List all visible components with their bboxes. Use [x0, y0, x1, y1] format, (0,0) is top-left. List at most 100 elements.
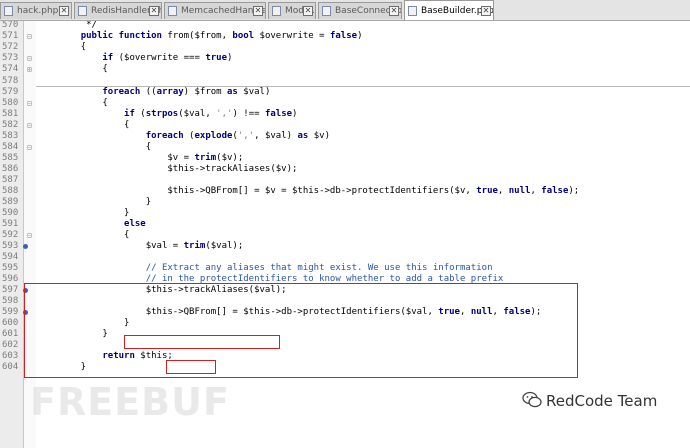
line-number: 578	[2, 76, 19, 86]
code-line[interactable]: 573 ⊟ if ($overwrite === true)	[0, 53, 690, 64]
code-text: $this->QBFrom[] = $v = $this->db->protec…	[59, 186, 580, 196]
line-number: 586	[2, 164, 19, 174]
close-icon[interactable]: ✕	[149, 6, 159, 16]
line-number: 587	[2, 175, 19, 185]
code-line[interactable]: 572 {	[0, 42, 690, 53]
code-text: if ($overwrite === true)	[102, 53, 233, 63]
code-text: public function from($from, bool $overwr…	[80, 31, 363, 41]
code-text: // Extract any aliases that might exist.…	[145, 263, 493, 273]
code-line[interactable]: 570 */	[0, 21, 690, 31]
line-number: 602	[2, 340, 19, 350]
code-line[interactable]: 583 foreach (explode(',', $val) as $v)	[0, 131, 690, 142]
line-number: 570	[2, 21, 19, 30]
fold-toggle-icon[interactable]: ⊟	[27, 98, 32, 109]
fold-toggle-icon[interactable]: ⊟	[27, 230, 32, 241]
close-icon[interactable]: ✕	[481, 6, 491, 16]
line-number: 596	[2, 274, 19, 284]
line-number: 599	[2, 307, 19, 317]
bookmark-marker-icon[interactable]	[23, 244, 28, 249]
tab-memcachedhandler-php[interactable]: MemcachedHandler.php✕	[164, 2, 266, 19]
code-line[interactable]: 586 $this->trackAliases($v);	[0, 164, 690, 175]
close-icon[interactable]: ✕	[389, 6, 399, 16]
code-text: if (strpos($val, ',') !== false)	[124, 109, 298, 119]
line-number: 580	[2, 98, 19, 108]
fold-toggle-icon[interactable]: ⊟	[27, 120, 32, 131]
line-number: 593	[2, 241, 19, 251]
code-line[interactable]: 590 }	[0, 208, 690, 219]
code-line[interactable]: 582 ⊟ {	[0, 120, 690, 131]
file-icon	[408, 6, 417, 16]
fold-toggle-icon[interactable]: ⊞	[27, 64, 32, 75]
file-icon	[168, 6, 177, 16]
highlight-box-else-block	[24, 283, 578, 378]
line-number: 583	[2, 131, 19, 141]
line-number: 572	[2, 42, 19, 52]
tab-redishandler-php[interactable]: RedisHandler.php✕	[74, 2, 162, 19]
code-line[interactable]: 579 foreach ((array) $from as $val)	[0, 87, 690, 98]
line-number: 573	[2, 53, 19, 63]
code-text: {	[59, 142, 152, 152]
tab-label: hack.php	[17, 6, 59, 16]
line-number: 604	[2, 362, 19, 372]
code-line[interactable]: 587	[0, 175, 690, 186]
line-number: 571	[2, 31, 19, 41]
code-line[interactable]: 585 $v = trim($v);	[0, 153, 690, 164]
code-line[interactable]: 581 if (strpos($val, ',') !== false)	[0, 109, 690, 120]
code-text: else	[124, 219, 146, 229]
highlight-box-qbfrom	[166, 360, 216, 374]
code-text: $val = trim($val);	[59, 241, 244, 251]
code-text: $v = trim($v);	[59, 153, 244, 163]
highlight-box-trackaliases	[124, 335, 280, 349]
code-line[interactable]: 580 ⊟ {	[0, 98, 690, 109]
code-line[interactable]: 593 $val = trim($val);	[0, 241, 690, 252]
code-line[interactable]: 595 // Extract any aliases that might ex…	[0, 263, 690, 274]
line-number: 598	[2, 296, 19, 306]
line-number: 592	[2, 230, 19, 240]
fold-toggle-icon[interactable]: ⊟	[27, 31, 32, 42]
code-text: foreach (explode(',', $val) as $v)	[145, 131, 330, 141]
tab-model-php[interactable]: Model.php✕	[268, 2, 316, 19]
code-text: }	[59, 197, 152, 207]
close-icon[interactable]: ✕	[253, 6, 263, 16]
wechat-icon	[522, 391, 542, 408]
code-line[interactable]: 571 ⊟ public function from($from, bool $o…	[0, 31, 690, 42]
freebuf-watermark: FREEBUF	[30, 380, 230, 424]
code-line[interactable]: 584 ⊟ {	[0, 142, 690, 153]
file-icon	[78, 6, 87, 16]
code-text: {	[59, 120, 130, 130]
code-text: {	[59, 42, 87, 52]
fold-toggle-icon[interactable]: ⊟	[27, 53, 32, 64]
line-number: 603	[2, 351, 19, 361]
line-number: 585	[2, 153, 19, 163]
line-number: 588	[2, 186, 19, 196]
line-number: 600	[2, 318, 19, 328]
code-line[interactable]: 591 else	[0, 219, 690, 230]
fold-toggle-icon[interactable]: ⊟	[27, 142, 32, 153]
watermark-text: RedCode Team	[546, 392, 658, 410]
tab-baseconnection-php[interactable]: BaseConnection.php✕	[318, 2, 402, 19]
line-number: 582	[2, 120, 19, 130]
line-number: 590	[2, 208, 19, 218]
file-icon	[4, 6, 13, 16]
editor-tab-bar: hack.php✕RedisHandler.php✕MemcachedHandl…	[0, 0, 690, 21]
line-number: 594	[2, 252, 19, 262]
code-text: foreach ((array) $from as $val)	[102, 87, 271, 97]
code-line[interactable]: 594	[0, 252, 690, 263]
code-text: }	[59, 208, 130, 218]
line-number: 589	[2, 197, 19, 207]
line-number: 597	[2, 285, 19, 295]
code-text: {	[59, 230, 130, 240]
tab-basebuilder-php[interactable]: BaseBuilder.php ✕	[404, 0, 494, 20]
close-icon[interactable]: ✕	[303, 6, 313, 16]
code-line[interactable]: 574 ⊞ {	[0, 64, 690, 75]
line-number: 601	[2, 329, 19, 339]
code-text: $this->trackAliases($v);	[59, 164, 298, 174]
code-line[interactable]: 592 ⊟ {	[0, 230, 690, 241]
close-icon[interactable]: ✕	[59, 6, 69, 16]
code-line[interactable]: 578	[0, 76, 690, 87]
tab-hack-php[interactable]: hack.php ✕	[0, 2, 72, 19]
file-icon	[322, 6, 331, 16]
line-number: 574	[2, 64, 19, 74]
code-line[interactable]: 589 }	[0, 197, 690, 208]
code-line[interactable]: 588 $this->QBFrom[] = $v = $this->db->pr…	[0, 186, 690, 197]
